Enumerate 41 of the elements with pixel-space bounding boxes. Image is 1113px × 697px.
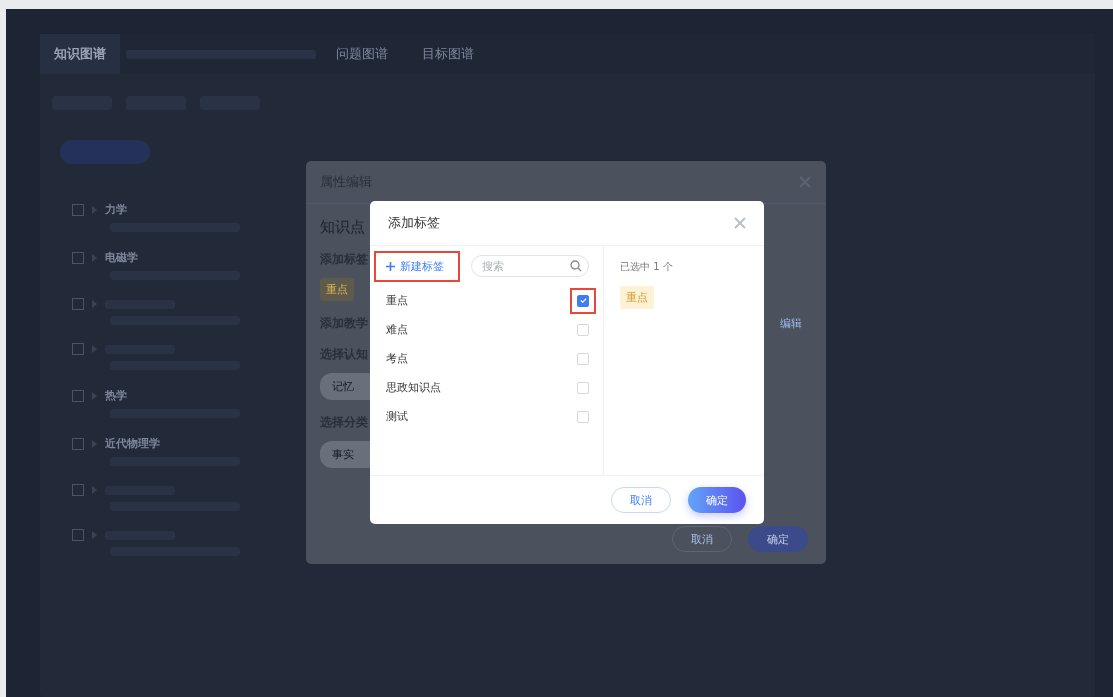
search-field[interactable]: 搜索: [471, 255, 589, 277]
tag-label: 难点: [386, 322, 408, 337]
triangle-icon[interactable]: [92, 486, 97, 494]
new-tag-button[interactable]: 新建标签: [374, 250, 460, 282]
checkbox[interactable]: [72, 529, 84, 541]
cancel-button[interactable]: 取消: [672, 526, 732, 552]
plus-icon: [386, 261, 395, 271]
triangle-icon[interactable]: [92, 253, 97, 262]
tree-item-title[interactable]: 电磁学: [105, 250, 138, 265]
checkbox[interactable]: [72, 251, 84, 264]
triangle-icon[interactable]: [92, 345, 97, 353]
tag-label: 测试: [386, 409, 408, 424]
tag-label: 重点: [386, 293, 408, 308]
check-icon: [579, 297, 587, 304]
triangle-icon[interactable]: [92, 531, 97, 539]
cancel-button[interactable]: 取消: [611, 487, 671, 513]
checkbox[interactable]: [72, 343, 84, 355]
tree-item-title[interactable]: 热学: [105, 388, 127, 403]
dialog-title: 添加标签: [388, 214, 440, 232]
checkbox[interactable]: [72, 298, 84, 310]
checkbox[interactable]: [72, 437, 84, 450]
triangle-icon[interactable]: [92, 205, 97, 214]
confirm-button[interactable]: 确定: [748, 526, 808, 552]
checkbox[interactable]: [72, 203, 84, 216]
tag-label: 考点: [386, 351, 408, 366]
triangle-icon[interactable]: [92, 439, 97, 448]
checkbox[interactable]: [72, 484, 84, 496]
triangle-icon[interactable]: [92, 391, 97, 400]
checkbox[interactable]: [72, 389, 84, 402]
close-icon[interactable]: [734, 217, 746, 229]
tree-item-title[interactable]: 近代物理学: [105, 436, 160, 451]
confirm-button[interactable]: 确定: [688, 487, 746, 513]
tree-item-title[interactable]: 力学: [105, 202, 127, 217]
graph-tab[interactable]: 知识图谱: [40, 34, 120, 74]
tag-chip: 重点: [320, 278, 354, 301]
search-icon[interactable]: [570, 260, 582, 272]
edit-link[interactable]: 编辑: [780, 316, 802, 331]
checkbox[interactable]: [577, 294, 589, 307]
tag-chip[interactable]: 重点: [620, 286, 654, 309]
selected-count: 已选中 1 个: [620, 260, 674, 274]
triangle-icon[interactable]: [92, 300, 97, 308]
